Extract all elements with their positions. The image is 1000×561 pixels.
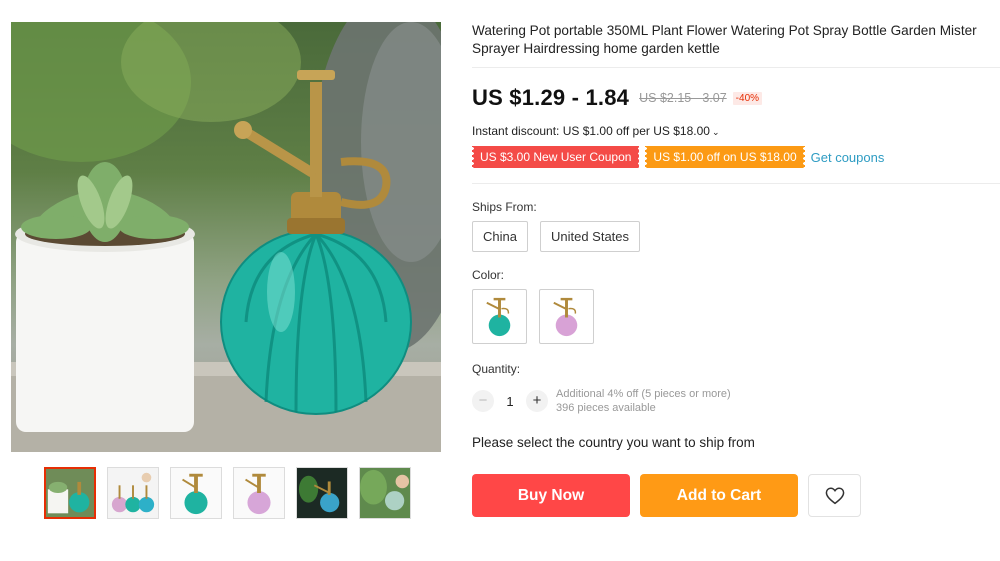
- product-title: Watering Pot portable 350ML Plant Flower…: [472, 23, 977, 56]
- color-swatch-teal[interactable]: [472, 289, 527, 344]
- color-options: [472, 289, 594, 344]
- wishlist-button[interactable]: [808, 474, 861, 517]
- quantity-label: Quantity:: [472, 362, 521, 376]
- action-buttons: Buy Now Add to Cart: [472, 474, 861, 517]
- thumbnail-strip: [44, 467, 411, 519]
- price-row: US $1.29 - 1.84 US $2.15 - 3.07 -40%: [472, 85, 763, 111]
- heart-icon: [825, 486, 844, 504]
- ships-from-options: China United States: [472, 221, 641, 252]
- discount-badge: -40%: [732, 91, 763, 105]
- store-coupon[interactable]: US $1.00 off on US $18.00: [643, 146, 807, 168]
- coupon-row: US $3.00 New User Coupon US $1.00 off on…: [470, 146, 885, 168]
- divider: [472, 183, 1000, 184]
- get-coupons-link[interactable]: Get coupons: [811, 150, 885, 165]
- thumbnail-1[interactable]: [44, 467, 96, 519]
- quantity-value[interactable]: 1: [494, 394, 526, 409]
- watering-pot-photo: [11, 22, 441, 452]
- thumbnail-6[interactable]: [359, 467, 411, 519]
- ship-option-china[interactable]: China: [472, 221, 528, 252]
- thumbnail-3[interactable]: [170, 467, 222, 519]
- thumbnail-2[interactable]: [107, 467, 159, 519]
- thumbnail-5[interactable]: [296, 467, 348, 519]
- ship-country-prompt: Please select the country you want to sh…: [472, 435, 755, 450]
- thumbnail-4[interactable]: [233, 467, 285, 519]
- quantity-note: Additional 4% off (5 pieces or more) 396…: [556, 387, 731, 415]
- stock-available-text: 396 pieces available: [556, 402, 656, 414]
- instant-discount-text: Instant discount: US $1.00 off per US $1…: [472, 124, 710, 138]
- bulk-discount-text: Additional 4% off (5 pieces or more): [556, 388, 731, 400]
- ship-option-united-states[interactable]: United States: [539, 221, 641, 252]
- main-product-image[interactable]: [11, 22, 441, 452]
- original-price: US $2.15 - 3.07: [639, 91, 727, 105]
- color-swatch-pink[interactable]: [539, 289, 594, 344]
- new-user-coupon[interactable]: US $3.00 New User Coupon: [470, 146, 642, 168]
- divider: [472, 67, 1000, 68]
- quantity-increase-button[interactable]: +: [526, 390, 548, 412]
- ships-from-label: Ships From:: [472, 200, 537, 214]
- chevron-down-icon: ⌄: [711, 127, 720, 137]
- add-to-cart-button[interactable]: Add to Cart: [640, 474, 798, 517]
- product-info: Watering Pot portable 350ML Plant Flower…: [472, 22, 1000, 58]
- quantity-stepper: − 1 + Additional 4% off (5 pieces or mor…: [472, 387, 731, 415]
- price: US $1.29 - 1.84: [472, 85, 630, 110]
- buy-now-button[interactable]: Buy Now: [472, 474, 630, 517]
- quantity-decrease-button[interactable]: −: [472, 390, 494, 412]
- color-label: Color:: [472, 268, 505, 282]
- instant-discount-dropdown[interactable]: Instant discount: US $1.00 off per US $1…: [472, 124, 719, 138]
